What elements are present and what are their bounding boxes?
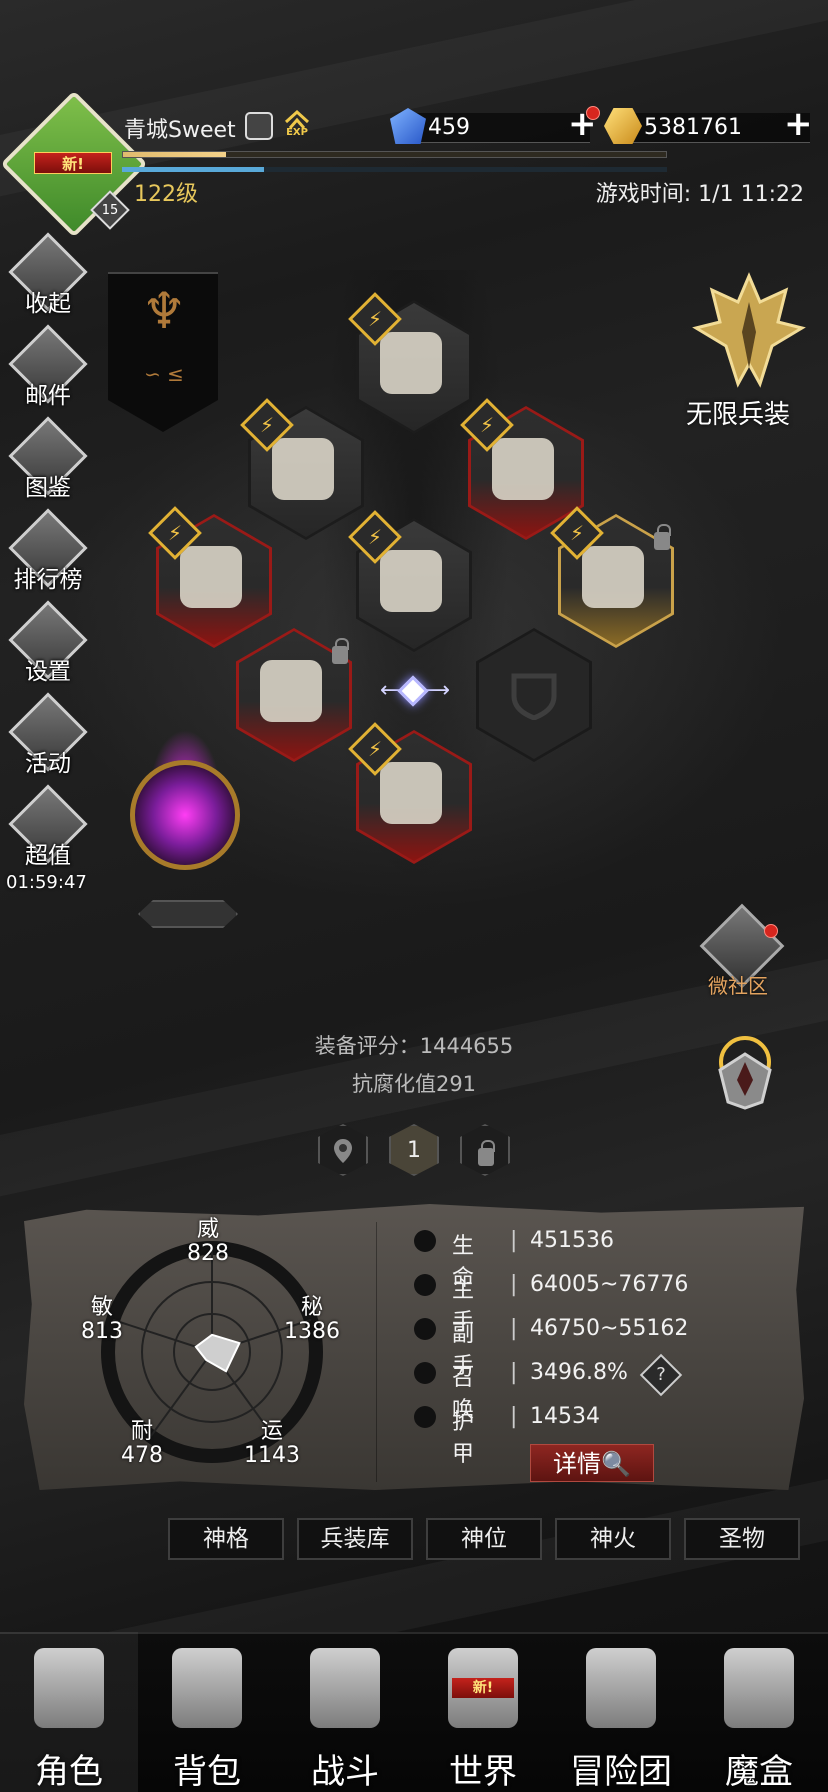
tab-divine-fire[interactable]: 神火 [555,1518,671,1560]
panel-divider [376,1222,377,1482]
lock-icon [478,1140,495,1166]
bow-accessory-icon [492,438,554,500]
menu-value-pack[interactable]: 超值 [8,784,88,870]
portal-pedestal [138,900,238,928]
game-time: 游戏时间: 1/1 11:22 [595,182,804,207]
attribute-separator: | [510,1360,518,1385]
menu-mail[interactable]: 邮件 [8,324,88,410]
menu-settings[interactable]: 设置 [8,600,88,686]
nav-adventure-team[interactable]: 冒险团 [552,1632,690,1792]
sword-icon [414,1274,436,1296]
battle-icon [310,1648,380,1728]
attribute-row: 召唤 | 3496.8% [0,1360,628,1423]
exp-bar [122,151,667,158]
hat-icon [380,332,442,394]
notification-dot [764,924,778,938]
gem-amount: 459 [428,115,470,140]
gauntlet-icon [272,438,334,500]
boots-icon [380,762,442,824]
tab-relics[interactable]: 圣物 [684,1518,800,1560]
details-button[interactable]: 详情🔍 [530,1444,654,1482]
nav-character[interactable]: 角色 [0,1632,138,1792]
menu-collapse[interactable]: 收起 [8,232,88,318]
nav-magic-box[interactable]: 魔盒 [690,1632,828,1792]
player-level: 122级 [134,182,198,207]
lock-icon [332,638,349,664]
belt-icon [180,546,242,608]
nav-battle[interactable]: 战斗 [276,1632,414,1792]
attribute-value: 64005~76776 [530,1272,689,1297]
corruption-resist: 抗腐化值291 [351,1072,477,1096]
value-pack-timer: 01:59:47 [6,872,87,893]
edit-name-icon[interactable] [245,112,273,140]
attribute-row: 生命 | 451536 [0,1228,614,1291]
world-new-badge: 新! [452,1678,514,1698]
attribute-value: 46750~55162 [530,1316,689,1341]
infinite-equip-label: 无限兵装 [686,400,791,430]
heart-icon [414,1230,436,1252]
avatar-new-badge: 新! [34,152,112,174]
menu-codex[interactable]: 图鉴 [8,416,88,502]
chest-armor-icon [380,550,442,612]
add-gold-button[interactable]: + [784,107,813,141]
demon-emblem-icon: ♆ [141,282,187,340]
attribute-value: 14534 [530,1404,600,1429]
tab-armory[interactable]: 兵装库 [297,1518,413,1560]
attribute-separator: | [510,1272,518,1297]
attribute-name: 护甲 [452,1410,475,1467]
whip-weapon-icon [260,660,322,722]
secondary-bar [122,167,667,172]
lock-icon [654,524,671,550]
cloak-icon [582,546,644,608]
player-name: 青城Sweet [124,118,236,143]
castle-icon [586,1648,656,1728]
banner-rune-icon: ∽ ≤ [144,362,184,386]
notification-dot [586,106,600,120]
attribute-row: 主手 | 64005~76776 [0,1272,688,1335]
attribute-separator: | [510,1228,518,1253]
equip-score: 装备评分：1444655 [314,1034,514,1058]
attribute-separator: | [510,1316,518,1341]
dagger-icon [414,1318,436,1340]
tab-divinity[interactable]: 神格 [168,1518,284,1560]
map-pin-icon [334,1139,352,1163]
menu-events[interactable]: 活动 [8,692,88,778]
attribute-row: 护甲 | 14534 [0,1404,600,1467]
attribute-separator: | [510,1404,518,1429]
armor-icon [414,1406,436,1428]
magic-box-icon [724,1648,794,1728]
attribute-value: 3496.8% [530,1360,628,1385]
nav-backpack[interactable]: 背包 [138,1632,276,1792]
gold-amount: 5381761 [644,115,742,140]
nav-world[interactable]: 新! 世界 [414,1632,552,1792]
exp-icon: EXP [282,108,312,140]
community-label: 微社区 [708,974,768,998]
tab-divine-position[interactable]: 神位 [426,1518,542,1560]
shield-icon [511,673,557,720]
infinite-equip-icon[interactable] [690,272,808,392]
menu-ranking[interactable]: 排行榜 [8,508,88,594]
backpack-icon [172,1648,242,1728]
summon-icon [414,1362,436,1384]
attribute-row: 副手 | 46750~55162 [0,1316,688,1379]
portal-icon[interactable] [130,760,240,870]
attribute-value: 451536 [530,1228,614,1253]
helmet-icon [34,1648,104,1728]
